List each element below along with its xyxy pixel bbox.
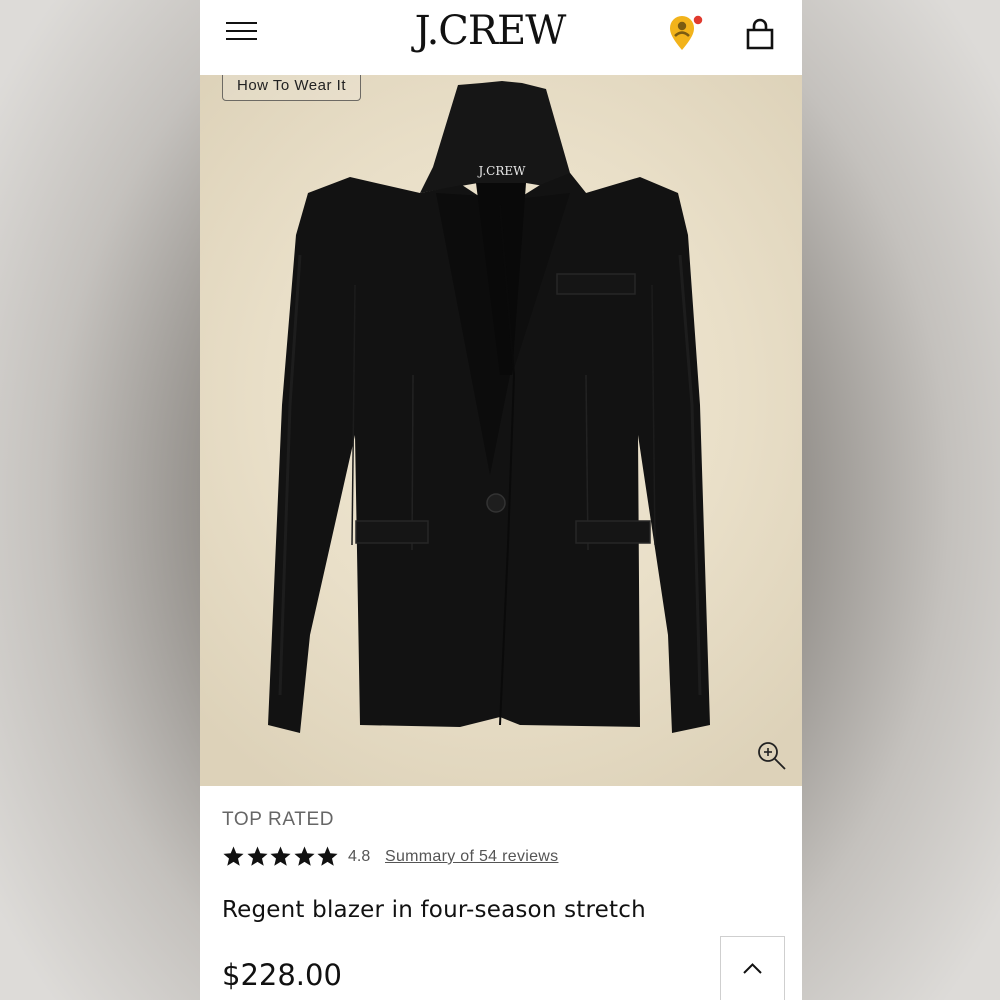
- blazer-button: [486, 493, 506, 513]
- jcrew-logo[interactable]: J.CREW: [410, 8, 570, 54]
- star-icon: [246, 845, 268, 866]
- star-icon: [293, 845, 315, 866]
- chevron-up-icon: [743, 963, 762, 974]
- rating-value: 4.8: [348, 848, 371, 865]
- site-header: J.CREW: [200, 0, 802, 75]
- product-image[interactable]: J.CREW How To Wear It: [200, 75, 802, 786]
- scroll-to-top-button[interactable]: [720, 936, 785, 1000]
- shopping-bag-icon[interactable]: [743, 18, 777, 52]
- zoom-in-icon[interactable]: [756, 740, 788, 772]
- notification-dot: [692, 14, 704, 26]
- star-icon: [317, 845, 338, 866]
- location-pin-icon[interactable]: [668, 14, 708, 54]
- star-icon: [223, 845, 244, 866]
- star-icon: [270, 845, 291, 866]
- product-info: TOP RATED 4.8 Summary of 54 reviews Rege…: [200, 786, 802, 1000]
- star-rating[interactable]: [222, 843, 340, 869]
- product-page-screen: J.CREW J.CREW How To Wear It TOP RATED 4…: [200, 0, 802, 1000]
- hamburger-menu-icon[interactable]: [226, 20, 258, 42]
- blazer-photo: J.CREW: [268, 81, 710, 733]
- garment-label: J.CREW: [476, 164, 526, 178]
- product-title: Regent blazer in four-season stretch: [222, 897, 646, 923]
- reviews-summary-link[interactable]: Summary of 54 reviews: [385, 848, 558, 866]
- right-flap-pocket: [575, 520, 651, 544]
- product-price: $228.00: [222, 958, 342, 992]
- breast-pocket: [556, 273, 636, 295]
- left-flap-pocket: [355, 520, 429, 544]
- how-to-wear-button[interactable]: How To Wear It: [222, 75, 361, 101]
- top-rated-badge: TOP RATED: [222, 809, 335, 830]
